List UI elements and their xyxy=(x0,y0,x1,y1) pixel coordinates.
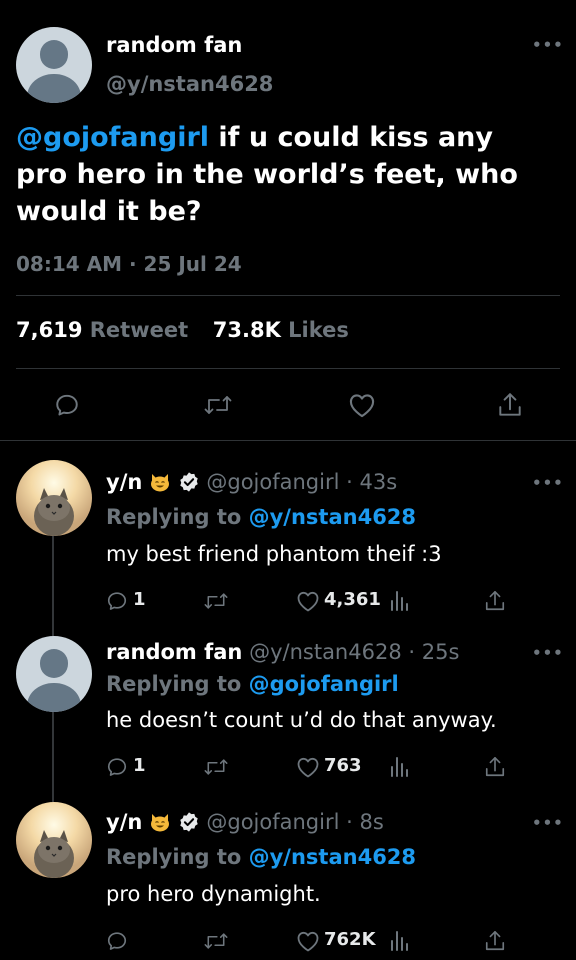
reply-text: pro hero dynamight. xyxy=(106,882,321,906)
like-count: 762K xyxy=(324,929,376,950)
thread-line xyxy=(52,712,54,802)
retweet-icon[interactable] xyxy=(204,392,232,418)
verified-icon xyxy=(179,472,198,492)
replying-to-label: Replying to xyxy=(106,845,242,869)
like-icon[interactable] xyxy=(296,590,320,612)
tweet-text-line1: if u could kiss any xyxy=(209,122,494,153)
reply-icon[interactable] xyxy=(106,590,128,612)
thread-line xyxy=(52,536,54,636)
retweet-count[interactable]: 7,619 xyxy=(16,318,82,342)
replying-to: Replying to @y/nstan4628 xyxy=(106,845,416,869)
divider xyxy=(16,368,560,369)
like-count: 4,361 xyxy=(324,589,381,610)
retweet-icon[interactable] xyxy=(204,930,228,952)
reply-header: y/n @gojofangirl · 43s xyxy=(106,470,397,494)
avatar[interactable] xyxy=(16,636,92,712)
author-name[interactable]: y/n xyxy=(106,810,142,834)
tweet-text-line3: would it be? xyxy=(16,196,202,227)
share-icon[interactable] xyxy=(484,589,506,613)
like-count: 763 xyxy=(324,755,362,776)
replying-to-link[interactable]: @y/nstan4628 xyxy=(249,505,416,529)
author-name[interactable]: random fan xyxy=(106,33,242,57)
share-icon[interactable] xyxy=(497,391,523,419)
timestamp[interactable]: 08:14 AM · 25 Jul 24 xyxy=(16,252,242,276)
like-icon[interactable] xyxy=(348,392,376,418)
views-icon[interactable] xyxy=(389,756,409,778)
reply-time[interactable]: · 8s xyxy=(346,810,384,834)
more-icon[interactable]: ••• xyxy=(532,474,564,492)
retweet-icon[interactable] xyxy=(204,590,228,612)
author-name[interactable]: random fan xyxy=(106,640,242,664)
reply-count: 1 xyxy=(133,755,146,776)
reply-icon[interactable] xyxy=(106,930,128,952)
reply-header: y/n @gojofangirl · 8s xyxy=(106,810,384,834)
like-label[interactable]: Likes xyxy=(288,318,349,342)
tweet-text: @gojofangirl if u could kiss any pro her… xyxy=(16,119,566,230)
retweet-icon[interactable] xyxy=(204,756,228,778)
verified-icon xyxy=(179,812,198,832)
replying-to: Replying to @gojofangirl xyxy=(106,672,399,696)
more-icon[interactable]: ••• xyxy=(532,36,564,54)
views-icon[interactable] xyxy=(389,930,409,952)
reply-header: random fan @y/nstan4628 · 25s xyxy=(106,640,459,664)
divider xyxy=(16,295,560,296)
share-icon[interactable] xyxy=(484,755,506,779)
engagement-stats: 7,619 Retweet 73.8K Likes xyxy=(16,318,349,342)
reply-text: he doesn’t count u’d do that anyway. xyxy=(106,708,497,732)
replying-to-link[interactable]: @y/nstan4628 xyxy=(249,845,416,869)
reply-time[interactable]: · 25s xyxy=(408,640,459,664)
avatar[interactable] xyxy=(16,460,92,536)
author-handle[interactable]: @y/nstan4628 xyxy=(106,72,273,96)
author-handle[interactable]: @gojofangirl xyxy=(206,810,339,834)
cat-emoji-icon xyxy=(151,474,169,492)
mention-link[interactable]: @gojofangirl xyxy=(16,122,209,153)
reply-time[interactable]: · 43s xyxy=(346,470,397,494)
replying-to-label: Replying to xyxy=(106,672,242,696)
tweet-text-line2: pro hero in the world’s feet, who xyxy=(16,159,518,190)
more-icon[interactable]: ••• xyxy=(532,814,564,832)
avatar[interactable] xyxy=(16,802,92,878)
reply-icon[interactable] xyxy=(106,756,128,778)
author-name[interactable]: y/n xyxy=(106,470,142,494)
views-icon[interactable] xyxy=(389,590,409,612)
divider xyxy=(0,440,576,441)
share-icon[interactable] xyxy=(484,929,506,953)
like-icon[interactable] xyxy=(296,930,320,952)
replying-to-label: Replying to xyxy=(106,505,242,529)
retweet-label[interactable]: Retweet xyxy=(90,318,188,342)
like-count[interactable]: 73.8K xyxy=(213,318,281,342)
reply-icon[interactable] xyxy=(54,392,80,418)
replying-to: Replying to @y/nstan4628 xyxy=(106,505,416,529)
reply-text: my best friend phantom theif :3 xyxy=(106,542,442,566)
like-icon[interactable] xyxy=(296,756,320,778)
replying-to-link[interactable]: @gojofangirl xyxy=(249,672,399,696)
reply-count: 1 xyxy=(133,589,146,610)
author-handle[interactable]: @y/nstan4628 xyxy=(249,640,402,664)
cat-emoji-icon xyxy=(151,814,169,832)
avatar[interactable] xyxy=(16,27,92,103)
author-handle[interactable]: @gojofangirl xyxy=(206,470,339,494)
more-icon[interactable]: ••• xyxy=(532,644,564,662)
